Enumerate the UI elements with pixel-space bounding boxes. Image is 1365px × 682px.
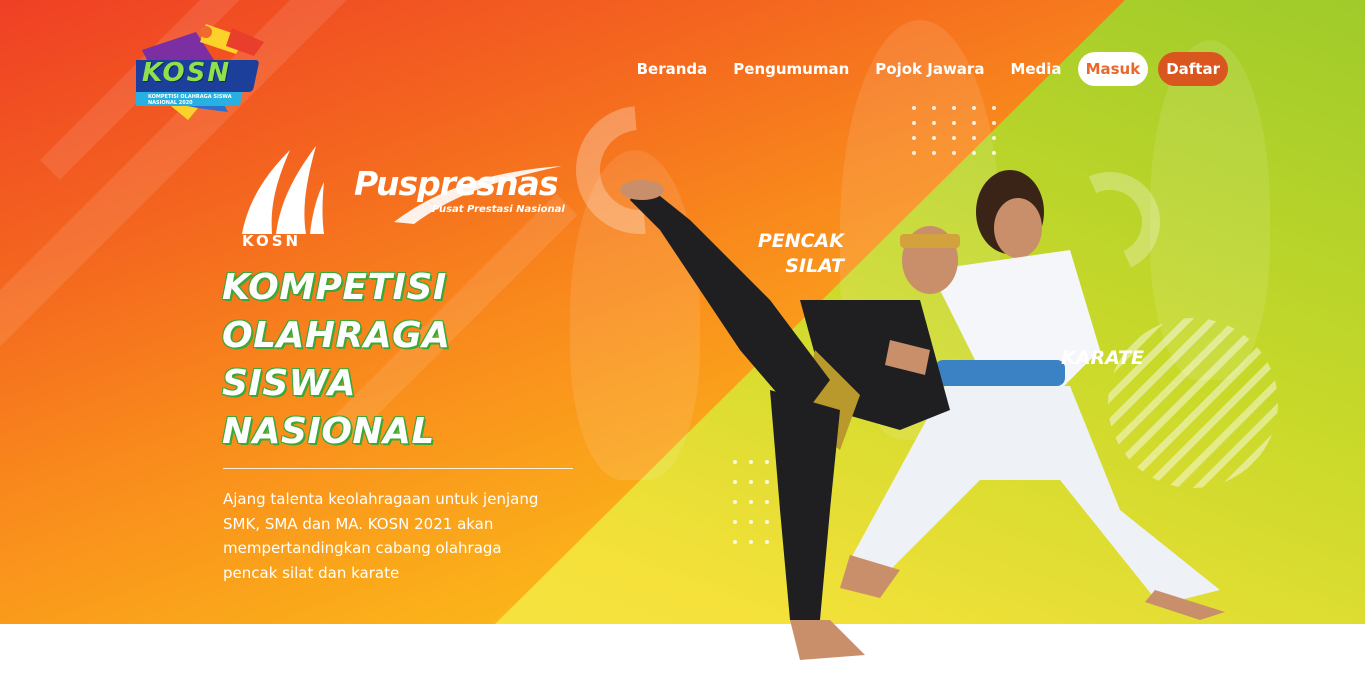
- hero-divider: [223, 468, 573, 469]
- puspresnas-logo: Puspresnas Pusat Prestasi Nasional: [354, 164, 565, 224]
- label-pencak-line2: SILAT: [785, 255, 844, 277]
- label-pencak-silat: PENCAK SILAT: [740, 229, 844, 279]
- register-button[interactable]: Daftar: [1158, 52, 1228, 86]
- nav-item-media[interactable]: Media: [1010, 60, 1061, 78]
- decor-dots: [912, 106, 996, 155]
- kosn-mark-text: KOSN: [242, 232, 302, 250]
- headline-line: SISWA: [222, 363, 357, 404]
- kosn-mark: KOSN: [236, 142, 326, 252]
- hero-headline: KOMPETISI OLAHRAGA SISWA NASIONAL: [222, 264, 542, 456]
- athletes-illustration: [620, 170, 1225, 660]
- partner-name: Puspresnas: [354, 164, 558, 203]
- nav-item-pojok-jawara[interactable]: Pojok Jawara: [875, 60, 984, 78]
- hero-description: Ajang talenta keolahragaan untuk jenjang…: [223, 490, 539, 582]
- partner-tagline: Pusat Prestasi Nasional: [432, 204, 565, 215]
- login-button[interactable]: Masuk: [1077, 52, 1149, 86]
- headline-line: KOMPETISI: [222, 267, 447, 308]
- headline-line: OLAHRAGA: [222, 315, 451, 356]
- kosn-logo[interactable]: KOSN KOMPETISI OLAHRAGA SISWA NASIONAL 2…: [121, 20, 276, 120]
- label-karate: KARATE: [1061, 347, 1144, 369]
- main-nav: Beranda Pengumuman Pojok Jawara Media Ma…: [637, 52, 1228, 86]
- nav-item-beranda[interactable]: Beranda: [637, 60, 708, 78]
- kosn-logo-text: KOSN: [142, 58, 232, 88]
- label-pencak-line1: PENCAK: [757, 230, 844, 252]
- kosn-logo-subtext: KOMPETISI OLAHRAGA SISWA NASIONAL 2020: [148, 94, 232, 106]
- headline-line: NASIONAL: [222, 411, 435, 452]
- nav-item-pengumuman[interactable]: Pengumuman: [733, 60, 849, 78]
